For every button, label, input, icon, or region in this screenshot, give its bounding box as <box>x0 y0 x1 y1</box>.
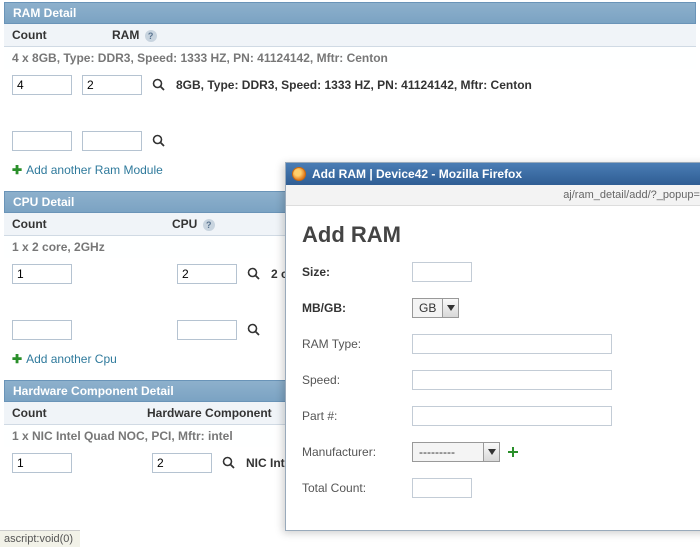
cpu-col-count: Count <box>12 217 172 231</box>
search-icon[interactable] <box>222 456 236 470</box>
ram-edit-row-2 <box>4 125 696 157</box>
add-ram-label: Add another Ram Module <box>26 163 163 177</box>
cpu-count-input[interactable] <box>12 264 72 284</box>
size-input[interactable] <box>412 262 472 282</box>
search-icon[interactable] <box>152 78 166 92</box>
add-ram-popup: Add RAM | Device42 - Mozilla Firefox aj/… <box>285 162 700 531</box>
mfg-value: --------- <box>413 445 483 459</box>
search-icon[interactable] <box>247 323 261 337</box>
mbgb-value: GB <box>413 301 442 315</box>
ram-header: RAM Detail <box>4 2 696 24</box>
ram-detail-section: RAM Detail Count RAM ? 4 x 8GB, Type: DD… <box>4 2 696 183</box>
ram-existing-row: 4 x 8GB, Type: DDR3, Speed: 1333 HZ, PN:… <box>4 47 696 69</box>
total-input[interactable] <box>412 478 472 498</box>
total-row: Total Count: <box>302 478 698 498</box>
popup-titlebar[interactable]: Add RAM | Device42 - Mozilla Firefox <box>286 163 700 185</box>
chevron-down-icon <box>442 299 458 317</box>
help-icon[interactable]: ? <box>145 30 157 42</box>
total-label: Total Count: <box>302 481 412 495</box>
plus-icon: ✚ <box>12 352 22 366</box>
ram-desc: 8GB, Type: DDR3, Speed: 1333 HZ, PN: 411… <box>176 78 532 92</box>
speed-label: Speed: <box>302 373 412 387</box>
hw-count-input[interactable] <box>12 453 72 473</box>
mfg-row: Manufacturer: --------- <box>302 442 698 462</box>
ram-col-headers: Count RAM ? <box>4 24 696 47</box>
type-input[interactable] <box>412 334 612 354</box>
size-label: Size: <box>302 265 412 279</box>
hw-id-input[interactable] <box>152 453 212 473</box>
speed-input[interactable] <box>412 370 612 390</box>
part-label: Part #: <box>302 409 412 423</box>
cpu-count-input-2[interactable] <box>12 320 72 340</box>
ram-edit-row-1: 8GB, Type: DDR3, Speed: 1333 HZ, PN: 411… <box>4 69 696 101</box>
ram-col-count: Count <box>12 28 112 42</box>
mfg-select[interactable]: --------- <box>412 442 500 462</box>
add-cpu-label: Add another Cpu <box>26 352 117 366</box>
hw-col-count: Count <box>12 406 147 420</box>
mbgb-select[interactable]: GB <box>412 298 459 318</box>
size-row: Size: <box>302 262 698 282</box>
chevron-down-icon <box>483 443 499 461</box>
ram-count-input[interactable] <box>12 75 72 95</box>
ram-count-input-2[interactable] <box>12 131 72 151</box>
ram-col-main-label: RAM <box>112 28 139 42</box>
status-bar: ascript:void(0) <box>0 530 80 547</box>
search-icon[interactable] <box>152 134 166 148</box>
mbgb-row: MB/GB: GB <box>302 298 698 318</box>
ram-col-main: RAM ? <box>112 28 688 42</box>
plus-icon: ✚ <box>12 163 22 177</box>
popup-urlbar[interactable]: aj/ram_detail/add/?_popup=1 <box>286 185 700 206</box>
ram-id-input-2[interactable] <box>82 131 142 151</box>
type-row: RAM Type: <box>302 334 698 354</box>
popup-title: Add RAM | Device42 - Mozilla Firefox <box>312 167 522 181</box>
part-row: Part #: <box>302 406 698 426</box>
mbgb-label: MB/GB: <box>302 301 412 315</box>
cpu-col-main-label: CPU <box>172 217 197 231</box>
cpu-id-input-2[interactable] <box>177 320 237 340</box>
type-label: RAM Type: <box>302 337 412 351</box>
speed-row: Speed: <box>302 370 698 390</box>
popup-body: Add RAM Size: MB/GB: GB RAM Type: Speed:… <box>286 206 700 530</box>
popup-heading: Add RAM <box>302 222 698 248</box>
add-manufacturer-icon[interactable] <box>506 445 520 459</box>
help-icon[interactable]: ? <box>203 219 215 231</box>
search-icon[interactable] <box>247 267 261 281</box>
cpu-id-input[interactable] <box>177 264 237 284</box>
firefox-icon <box>292 167 306 181</box>
mfg-label: Manufacturer: <box>302 445 412 459</box>
part-input[interactable] <box>412 406 612 426</box>
ram-id-input[interactable] <box>82 75 142 95</box>
